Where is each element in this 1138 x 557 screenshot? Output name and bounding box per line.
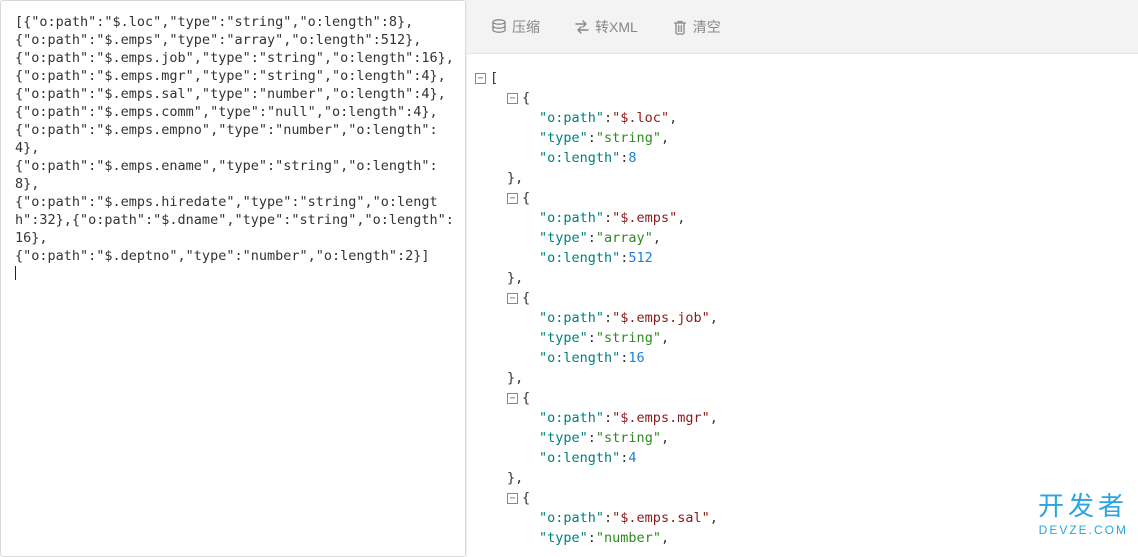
- toolbar: 压缩 转XML 清空: [467, 0, 1138, 54]
- collapse-toggle[interactable]: −: [475, 73, 486, 84]
- tree-line: "o:length":8: [475, 148, 1138, 168]
- tree-line: −{: [475, 488, 1138, 508]
- tree-line: "o:length":512: [475, 248, 1138, 268]
- to-xml-button[interactable]: 转XML: [574, 17, 638, 37]
- tree-line: "type":"string",: [475, 128, 1138, 148]
- collapse-toggle[interactable]: −: [507, 493, 518, 504]
- database-icon: [491, 19, 507, 35]
- app-root: [{"o:path":"$.loc","type":"string","o:le…: [0, 0, 1138, 557]
- collapse-toggle[interactable]: −: [507, 193, 518, 204]
- raw-json-text: [{"o:path":"$.loc","type":"string","o:le…: [15, 14, 454, 264]
- clear-label: 清空: [693, 17, 721, 37]
- tree-line: "o:path":"$.emps.job",: [475, 308, 1138, 328]
- tree-line: −{: [475, 88, 1138, 108]
- trash-icon: [672, 19, 688, 35]
- tree-line: "o:path":"$.emps",: [475, 208, 1138, 228]
- tree-line: "o:path":"$.emps.mgr",: [475, 408, 1138, 428]
- tree-line: "o:path":"$.loc",: [475, 108, 1138, 128]
- tree-line: "o:length":4: [475, 448, 1138, 468]
- right-panel: 压缩 转XML 清空 −[−{"o:path":"$.loc","type":"…: [466, 0, 1138, 557]
- collapse-toggle[interactable]: −: [507, 393, 518, 404]
- tree-line: −{: [475, 388, 1138, 408]
- compress-label: 压缩: [512, 17, 540, 37]
- tree-line: "type":"string",: [475, 328, 1138, 348]
- swap-icon: [574, 19, 590, 35]
- tree-line: "o:path":"$.emps.sal",: [475, 508, 1138, 528]
- raw-json-editor[interactable]: [{"o:path":"$.loc","type":"string","o:le…: [0, 0, 466, 557]
- tree-line: "type":"array",: [475, 228, 1138, 248]
- tree-line: },: [475, 468, 1138, 488]
- tree-line: },: [475, 168, 1138, 188]
- tree-line: },: [475, 368, 1138, 388]
- tree-line: "o:length":16: [475, 348, 1138, 368]
- tree-line: −[: [475, 68, 1138, 88]
- json-tree-viewer[interactable]: −[−{"o:path":"$.loc","type":"string","o:…: [467, 54, 1138, 557]
- text-cursor: [15, 266, 16, 280]
- tree-line: −{: [475, 188, 1138, 208]
- compress-button[interactable]: 压缩: [491, 17, 540, 37]
- tree-line: −{: [475, 288, 1138, 308]
- collapse-toggle[interactable]: −: [507, 93, 518, 104]
- tree-line: "type":"string",: [475, 428, 1138, 448]
- clear-button[interactable]: 清空: [672, 17, 721, 37]
- to-xml-label: 转XML: [595, 17, 638, 37]
- tree-line: },: [475, 268, 1138, 288]
- tree-line: "type":"number",: [475, 528, 1138, 548]
- collapse-toggle[interactable]: −: [507, 293, 518, 304]
